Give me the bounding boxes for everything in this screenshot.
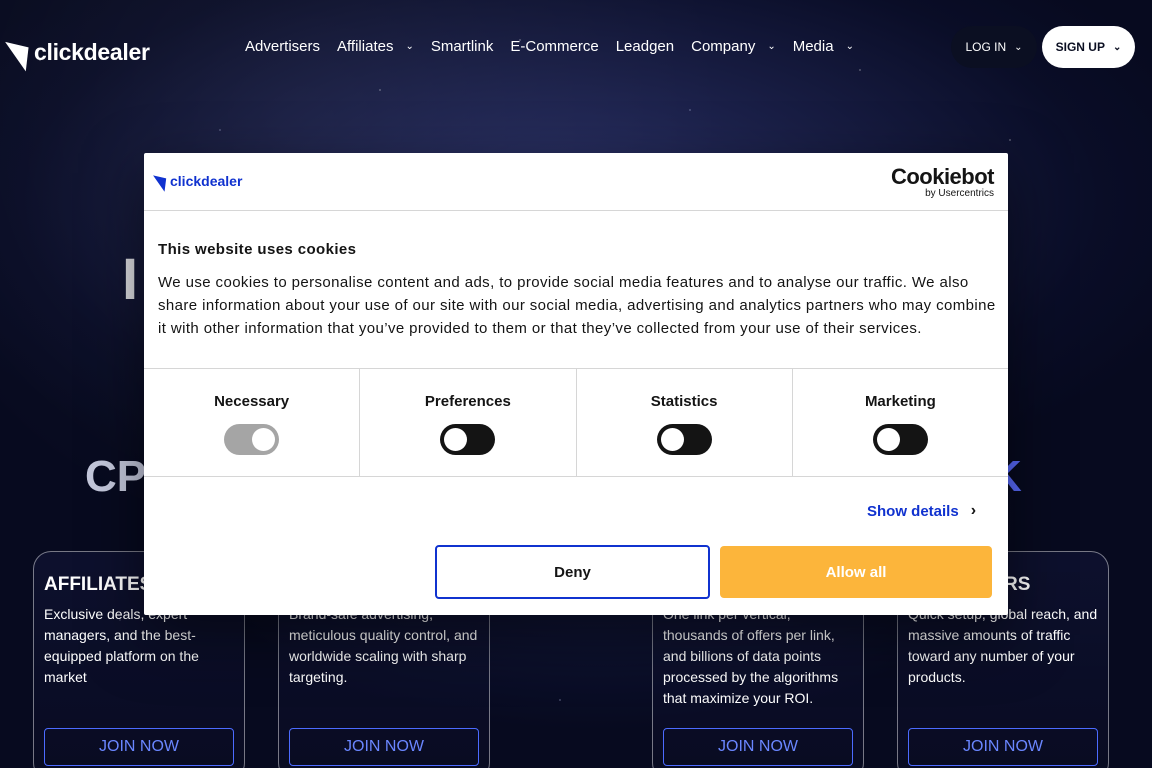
card-desc: Quick setup, global reach, and massive a… — [908, 606, 1098, 685]
chevron-down-icon: ⌄ — [767, 41, 776, 52]
show-details-label: Show details — [867, 502, 959, 520]
nav-affiliates[interactable]: Affiliates ⌄ — [337, 38, 414, 55]
dialog-body: This website uses cookies We use cookies… — [144, 211, 1008, 369]
dialog-text: We use cookies to personalise content an… — [158, 274, 996, 337]
show-details-link[interactable]: Show details › — [867, 502, 976, 520]
dialog-logo-text: clickdealer — [170, 173, 243, 189]
hero-subheading-fragment: CP — [85, 452, 147, 501]
join-now-button[interactable]: JOIN NOW — [663, 728, 853, 766]
join-now-button[interactable]: JOIN NOW — [44, 728, 234, 766]
switch-knob — [444, 428, 468, 451]
signup-label: SIGN UP — [1055, 40, 1105, 54]
logo-text: clickdealer — [34, 38, 150, 65]
nav-ecommerce[interactable]: E-Commerce — [510, 38, 598, 55]
toggle-necessary: Necessary — [144, 369, 361, 476]
toggle-label: Preferences — [424, 393, 511, 410]
site-header: clickdealer Advertisers Affiliates ⌄ Smar… — [0, 0, 1152, 94]
signup-button[interactable]: SIGN UP ⌄ — [1042, 26, 1135, 68]
nav-media[interactable]: Media ⌄ — [793, 38, 854, 55]
site-logo[interactable]: clickdealer — [5, 32, 150, 72]
toggle-label: Marketing — [864, 393, 936, 410]
toggle-preferences: Preferences — [360, 369, 577, 476]
cookiebot-logo[interactable]: Cookiebot by Usercentrics — [890, 164, 995, 199]
statistics-switch[interactable] — [656, 424, 712, 455]
switch-knob — [876, 428, 900, 451]
hero-heading-fragment: I — [122, 247, 139, 312]
preferences-switch[interactable] — [440, 424, 496, 455]
dialog-logo: clickdealer — [153, 170, 243, 192]
chevron-down-icon: ⌄ — [1112, 41, 1122, 53]
login-label: LOG IN — [965, 40, 1007, 54]
switch-knob — [252, 428, 276, 451]
nav-label: Company — [691, 38, 756, 55]
login-button[interactable]: LOG IN ⌄ — [951, 26, 1037, 68]
provider-name: Cookiebot — [890, 164, 995, 189]
nav-label: Advertisers — [245, 38, 321, 55]
dialog-title: This website uses cookies — [158, 241, 357, 258]
nav-advertisers[interactable]: Advertisers — [245, 38, 320, 55]
allow-all-button[interactable]: Allow all — [720, 546, 992, 598]
nav-leadgen[interactable]: Leadgen — [616, 38, 674, 55]
cookie-consent-dialog: clickdealer Cookiebot by Usercentrics Th… — [144, 153, 1008, 615]
card-desc: One link per vertical, thousands of offe… — [663, 606, 839, 706]
main-nav: Advertisers Affiliates ⌄ Smartlink E-Comm… — [245, 38, 871, 55]
join-now-button[interactable]: JOIN NOW — [289, 728, 479, 766]
consent-toggles: Necessary Preferences Statistics Marketi… — [144, 369, 1008, 477]
nav-company[interactable]: Company ⌄ — [691, 38, 776, 55]
marketing-switch[interactable] — [872, 424, 928, 455]
join-now-button[interactable]: JOIN NOW — [908, 728, 1098, 766]
nav-label: Media — [792, 38, 834, 55]
toggle-label: Necessary — [214, 393, 290, 410]
card-desc: Exclusive deals, expert managers, and th… — [44, 606, 199, 685]
nav-smartlink[interactable]: Smartlink — [431, 38, 494, 55]
nav-label: Leadgen — [615, 38, 675, 55]
dialog-header: clickdealer Cookiebot by Usercentrics — [144, 153, 1008, 211]
chevron-down-icon: ⌄ — [405, 41, 414, 52]
nav-label: Smartlink — [430, 38, 494, 55]
toggle-label: Statistics — [650, 393, 718, 410]
deny-button[interactable]: Deny — [435, 545, 710, 599]
nav-label: Affiliates — [337, 38, 394, 55]
switch-knob — [660, 428, 684, 451]
toggle-marketing: Marketing — [793, 369, 1008, 476]
nav-label: E-Commerce — [510, 38, 599, 55]
card-desc: Brand-safe advertising, meticulous quali… — [289, 606, 478, 685]
chevron-right-icon: › — [970, 502, 977, 519]
chevron-down-icon: ⌄ — [1014, 41, 1023, 53]
toggle-statistics: Statistics — [577, 369, 793, 476]
chevron-down-icon: ⌄ — [845, 41, 854, 52]
provider-by: by Usercentrics — [925, 188, 994, 199]
necessary-switch — [224, 424, 280, 455]
